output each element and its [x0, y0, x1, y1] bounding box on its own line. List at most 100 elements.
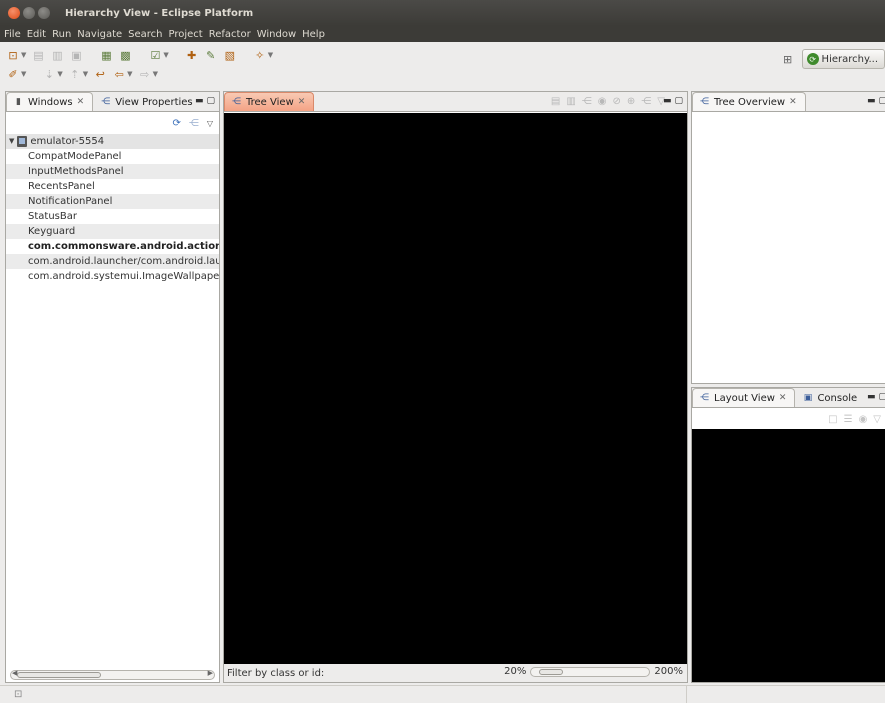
expand-icon[interactable]: ▼: [9, 134, 14, 149]
minimize-view-icon[interactable]: ▬: [867, 392, 876, 402]
windows-toolbar: ⟳ ⋲ ▽: [6, 113, 219, 133]
tab-console[interactable]: ▣ Console: [795, 388, 866, 407]
zoom-slider[interactable]: [530, 666, 651, 677]
save-all-icon[interactable]: ▥: [50, 48, 64, 62]
device-row[interactable]: ▼ emulator-5554: [6, 134, 219, 149]
minimize-view-icon[interactable]: ▬: [867, 96, 876, 106]
search-icon[interactable]: ✧: [253, 48, 267, 62]
console-icon: ▣: [803, 393, 813, 403]
next-annotation-icon[interactable]: ⇣: [42, 67, 56, 81]
window-row-focused[interactable]: com.commonsware.android.actionmodes: [6, 239, 219, 254]
window-row[interactable]: com.android.systemui.ImageWallpaper: [6, 269, 219, 284]
tab-windows[interactable]: ▮ Windows ✕: [6, 92, 94, 111]
new-dropdown-icon[interactable]: ▼: [21, 51, 26, 59]
windows-hscrollbar[interactable]: ◀ ▶: [10, 669, 215, 680]
show-extras-icon[interactable]: ☰: [844, 414, 853, 425]
new-android-project-icon[interactable]: ✚: [185, 48, 199, 62]
capture-layers-icon[interactable]: ▥: [566, 96, 575, 107]
menu-search[interactable]: Search: [128, 29, 162, 40]
window-row[interactable]: StatusBar: [6, 209, 219, 224]
last-edit-location-icon[interactable]: ↩: [93, 67, 107, 81]
tree-canvas[interactable]: [224, 113, 687, 664]
tab-view-properties[interactable]: ⋲ View Properties: [93, 92, 201, 111]
maximize-view-icon[interactable]: ▢: [878, 96, 885, 106]
maximize-view-icon[interactable]: ▢: [674, 96, 683, 106]
maximize-view-icon[interactable]: ▢: [206, 96, 215, 106]
menu-navigate[interactable]: Navigate: [77, 29, 122, 40]
back-dropdown-icon[interactable]: ▼: [127, 70, 132, 78]
white-background-icon[interactable]: □: [828, 414, 837, 425]
next-annotation-dropdown-icon[interactable]: ▼: [57, 70, 62, 78]
maximize-view-icon[interactable]: ▢: [878, 392, 885, 402]
load-all-views-icon[interactable]: ◉: [859, 414, 868, 425]
edit-annotation-icon[interactable]: ✐: [6, 67, 20, 81]
invalidate-icon[interactable]: ⊘: [613, 96, 621, 107]
forward-dropdown-icon[interactable]: ▼: [153, 70, 158, 78]
close-tab-icon[interactable]: ✕: [77, 97, 85, 107]
tab-layout-view[interactable]: ⋲ Layout View ✕: [692, 388, 796, 407]
dump-display-list-icon[interactable]: ⋲: [641, 96, 651, 107]
close-tab-icon[interactable]: ✕: [779, 393, 787, 403]
hierarchy-perspective-icon: ⟳: [806, 53, 819, 65]
scroll-thumb[interactable]: [17, 672, 101, 678]
window-row[interactable]: NotificationPanel: [6, 194, 219, 209]
search-dropdown-icon[interactable]: ▼: [268, 51, 273, 59]
menu-run[interactable]: Run: [52, 29, 71, 40]
menu-refactor[interactable]: Refactor: [209, 29, 251, 40]
close-tab-icon[interactable]: ✕: [298, 97, 306, 107]
zoom-max-label: 200%: [654, 666, 683, 677]
request-layout-icon[interactable]: ⊕: [627, 96, 635, 107]
window-row[interactable]: com.android.launcher/com.android.launche…: [6, 254, 219, 269]
minimize-view-icon[interactable]: ▬: [195, 96, 204, 106]
lint-dropdown-icon[interactable]: ▼: [163, 51, 168, 59]
menu-help[interactable]: Help: [302, 29, 325, 40]
print-icon[interactable]: ▣: [69, 48, 83, 62]
previous-annotation-icon[interactable]: ⇡: [68, 67, 82, 81]
load-hierarchy-icon[interactable]: ⋲: [582, 96, 592, 107]
fast-view-icon[interactable]: ⊡: [14, 689, 22, 700]
minimize-view-icon[interactable]: ▬: [663, 96, 672, 106]
tab-tree-overview[interactable]: ⋲ Tree Overview ✕: [692, 92, 806, 111]
close-window-button[interactable]: [8, 7, 20, 19]
new-android-test-icon[interactable]: ✎: [204, 48, 218, 62]
load-view-hierarchy-icon[interactable]: ⋲: [189, 118, 199, 129]
view-menu-icon[interactable]: ▽: [207, 119, 213, 128]
menu-file[interactable]: File: [4, 29, 21, 40]
forward-icon[interactable]: ⇨: [138, 67, 152, 81]
layout-canvas[interactable]: [692, 429, 885, 682]
lint-check-icon[interactable]: ☑: [148, 48, 162, 62]
menu-project[interactable]: Project: [169, 29, 203, 40]
zoom-slider-knob[interactable]: [539, 668, 564, 675]
menu-window[interactable]: Window: [257, 29, 296, 40]
hierarchy-perspective-button[interactable]: ⟳ Hierarchy...: [801, 49, 885, 69]
filter-input[interactable]: [328, 666, 519, 680]
layout-toolbar: □ ☰ ◉ ▽: [692, 409, 885, 429]
avd-manager-icon[interactable]: ▩: [118, 48, 132, 62]
save-png-icon[interactable]: ▤: [551, 96, 560, 107]
annotation-dropdown-icon[interactable]: ▼: [21, 70, 26, 78]
close-tab-icon[interactable]: ✕: [789, 97, 797, 107]
menu-edit[interactable]: Edit: [27, 29, 46, 40]
window-row[interactable]: InputMethodsPanel: [6, 164, 219, 179]
back-icon[interactable]: ⇦: [112, 67, 126, 81]
view-properties-icon: ⋲: [101, 97, 111, 107]
display-view-icon[interactable]: ◉: [598, 96, 607, 107]
device-icon: ▮: [16, 97, 21, 107]
tab-tree-view[interactable]: ⋲ Tree View ✕: [224, 92, 315, 111]
refresh-icon[interactable]: ⟳: [172, 118, 180, 129]
scroll-right-icon[interactable]: ▶: [208, 669, 213, 677]
save-icon[interactable]: ▤: [31, 48, 45, 62]
new-android-xml-icon[interactable]: ▧: [223, 48, 237, 62]
maximize-window-button[interactable]: [38, 7, 50, 19]
new-icon[interactable]: ⊡: [6, 48, 20, 62]
status-bar: ⊡: [0, 685, 885, 703]
main-toolbar: ⊡ ▼ ▤ ▥ ▣ ▦ ▩ ☑ ▼ ✚ ✎ ▧ ✧ ▼ ✐ ▼ ⇣ ▼ ⇡ ▼ ↩ ⇦ ▼ ⇨…: [0, 42, 885, 90]
window-row[interactable]: CompatModePanel: [6, 149, 219, 164]
window-row[interactable]: RecentsPanel: [6, 179, 219, 194]
android-sdk-manager-icon[interactable]: ▦: [99, 48, 113, 62]
minimize-window-button[interactable]: [23, 7, 35, 19]
view-menu-icon[interactable]: ▽: [873, 414, 881, 425]
open-perspective-icon[interactable]: ⊞: [780, 52, 796, 66]
window-row[interactable]: Keyguard: [6, 224, 219, 239]
previous-annotation-dropdown-icon[interactable]: ▼: [83, 70, 88, 78]
